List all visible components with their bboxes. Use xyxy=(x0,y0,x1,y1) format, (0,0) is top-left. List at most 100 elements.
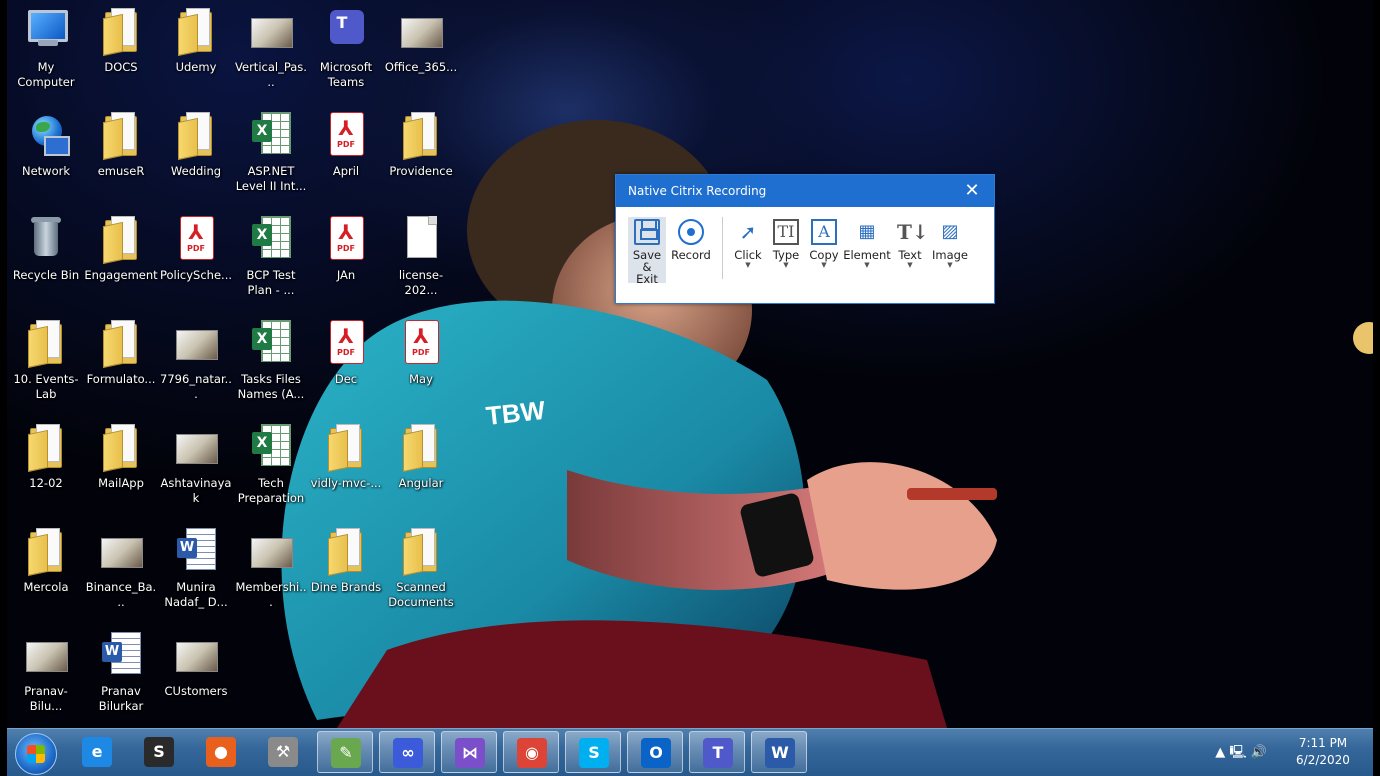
desktop-icon[interactable]: Wedding xyxy=(157,110,235,179)
taskbar-button[interactable]: W xyxy=(751,731,807,773)
taskbar-button[interactable]: ∞ xyxy=(379,731,435,773)
desktop-icon[interactable]: ⅄ PDF April xyxy=(307,110,385,179)
desktop-icon[interactable]: Angular xyxy=(382,422,460,491)
taskbar-button[interactable]: ◉ xyxy=(503,731,559,773)
desktop-icon[interactable]: W Pranav Bilurkar xyxy=(82,630,160,714)
copy-button[interactable]: A Copy ▼ xyxy=(805,217,843,283)
close-icon[interactable]: ✕ xyxy=(960,175,984,207)
save-icon xyxy=(634,219,660,245)
save-exit-button[interactable]: Save & Exit xyxy=(628,217,666,285)
chevron-down-icon[interactable]: ▼ xyxy=(767,261,805,269)
image-label: Image xyxy=(931,248,969,262)
recording-dialog: Native Citrix Recording ✕ Save & Exit Re… xyxy=(615,174,995,304)
taskbar-button[interactable]: T xyxy=(689,731,745,773)
recycle-bin-icon xyxy=(24,214,68,262)
desktop-icon[interactable]: CUstomers xyxy=(157,630,235,699)
firefox-icon: ● xyxy=(206,737,236,767)
image-thumbnail-icon xyxy=(24,630,68,678)
desktop-icon[interactable]: 12-02 xyxy=(7,422,85,491)
desktop-icon[interactable]: ⅄ PDF Dec xyxy=(307,318,385,387)
image-button[interactable]: ▨ Image ▼ xyxy=(929,217,971,283)
taskbar-button[interactable]: O xyxy=(627,731,683,773)
clock[interactable]: 7:11 PM 6/2/2020 xyxy=(1283,735,1363,769)
desktop-icon[interactable]: Providence xyxy=(382,110,460,179)
desktop-icon[interactable]: X Tasks Files Names (A... xyxy=(232,318,310,402)
desktop-icon[interactable]: vidly-mvc-... xyxy=(307,422,385,491)
click-label: Click xyxy=(734,248,762,262)
screen-border-right xyxy=(1373,0,1380,775)
desktop-icon[interactable]: Ashtavinayak xyxy=(157,422,235,506)
chrome-icon: ◉ xyxy=(517,738,547,768)
desktop-icon[interactable]: Mercola xyxy=(7,526,85,595)
infinity-app-icon: ∞ xyxy=(393,738,423,768)
desktop-icon[interactable]: ⅄ PDF PolicySche... xyxy=(157,214,235,283)
desktop-icon[interactable]: ⅄ PDF JAn xyxy=(307,214,385,283)
desktop-icon[interactable]: Scanned Documents xyxy=(382,526,460,610)
desktop-icon-label: Ashtavinayak xyxy=(160,476,232,505)
desktop-icon-label: Office_365... xyxy=(384,60,458,74)
desktop-icon-label: Pranav Bilurkar xyxy=(98,684,144,713)
type-button[interactable]: TI Type ▼ xyxy=(767,217,805,283)
desktop-icon[interactable]: MailApp xyxy=(82,422,160,491)
desktop-icon[interactable]: emuseR xyxy=(82,110,160,179)
desktop-icon[interactable]: T Microsoft Teams xyxy=(307,6,385,90)
desktop-icon[interactable]: 10. Events-Lab xyxy=(7,318,85,402)
toolbar-separator xyxy=(722,217,723,279)
taskbar-button[interactable]: ⚒ xyxy=(255,731,311,773)
record-button[interactable]: Record xyxy=(666,217,716,283)
start-button[interactable] xyxy=(15,733,57,775)
desktop-icon[interactable]: My Computer xyxy=(7,6,85,90)
desktop-icon[interactable]: Dine Brands xyxy=(307,526,385,595)
desktop-icon[interactable]: Binance_Ba... xyxy=(82,526,160,610)
excel-icon: X xyxy=(249,214,293,262)
desktop-icon[interactable]: Network xyxy=(7,110,85,179)
chevron-down-icon[interactable]: ▼ xyxy=(805,261,843,269)
desktop-icon[interactable]: X BCP Test Plan - ... xyxy=(232,214,310,298)
desktop-icon-label: Mercola xyxy=(23,580,69,594)
taskbar-button[interactable]: ⋈ xyxy=(441,731,497,773)
taskbar-button[interactable]: e xyxy=(69,731,125,773)
image-icon: ▨ xyxy=(941,221,959,242)
desktop-icon-label: Providence xyxy=(389,164,453,178)
desktop-icon[interactable]: Udemy xyxy=(157,6,235,75)
desktop-icon[interactable]: X ASP.NET Level II Int... xyxy=(232,110,310,194)
element-button[interactable]: ▦ Element ▼ xyxy=(843,217,891,283)
taskbar-button[interactable]: S xyxy=(565,731,621,773)
text-button[interactable]: T↓ Text ▼ xyxy=(891,217,929,283)
image-thumbnail-icon xyxy=(99,526,143,574)
desktop-icon[interactable]: Pranav-Bilu... xyxy=(7,630,85,714)
folder-icon xyxy=(399,526,443,577)
desktop-icon[interactable]: Office_365... xyxy=(382,6,460,75)
desktop-icon[interactable]: Recycle Bin xyxy=(7,214,85,283)
desktop-icon[interactable]: DOCS xyxy=(82,6,160,75)
type-icon: TI xyxy=(773,219,799,245)
folder-icon xyxy=(99,318,143,369)
click-button[interactable]: ➚ Click ▼ xyxy=(729,217,767,283)
desktop-icon[interactable]: Formulato... xyxy=(82,318,160,387)
taskbar-button[interactable]: S xyxy=(131,731,187,773)
taskbar-button[interactable]: ● xyxy=(193,731,249,773)
desktop-icon-label: Recycle Bin xyxy=(12,268,80,282)
desktop-icon[interactable]: ⅄ PDF May xyxy=(382,318,460,387)
chevron-down-icon[interactable]: ▼ xyxy=(729,261,767,269)
chevron-down-icon[interactable]: ▼ xyxy=(929,261,971,269)
dialog-title: Native Citrix Recording xyxy=(628,184,767,198)
word-icon: W xyxy=(174,526,218,574)
desktop-icon-label: vidly-mvc-... xyxy=(310,476,382,490)
desktop-icon-label: April xyxy=(332,164,360,178)
desktop-icon[interactable]: Engagement xyxy=(82,214,160,283)
desktop-icon[interactable]: W Munira Nadaf_ D... xyxy=(157,526,235,610)
pdf-icon: ⅄ PDF xyxy=(324,214,368,262)
desktop-icon[interactable]: 7796_natar... xyxy=(157,318,235,402)
dialog-title-bar[interactable]: Native Citrix Recording ✕ xyxy=(616,175,994,207)
text-icon: T↓ xyxy=(897,220,929,244)
desktop-icon[interactable]: Membershi... xyxy=(232,526,310,610)
taskbar-button[interactable]: ✎ xyxy=(317,731,373,773)
desktop-icon[interactable]: X Tech Preparation xyxy=(232,422,310,506)
chevron-down-icon[interactable]: ▼ xyxy=(843,261,891,269)
chevron-down-icon[interactable]: ▼ xyxy=(891,261,929,269)
tray-icons[interactable]: ▲ 🖳 🔊 xyxy=(1215,743,1267,765)
desktop-icon-label: JAn xyxy=(336,268,356,282)
desktop-icon[interactable]: license-202... xyxy=(382,214,460,298)
desktop-icon[interactable]: Vertical_Pas... xyxy=(232,6,310,90)
